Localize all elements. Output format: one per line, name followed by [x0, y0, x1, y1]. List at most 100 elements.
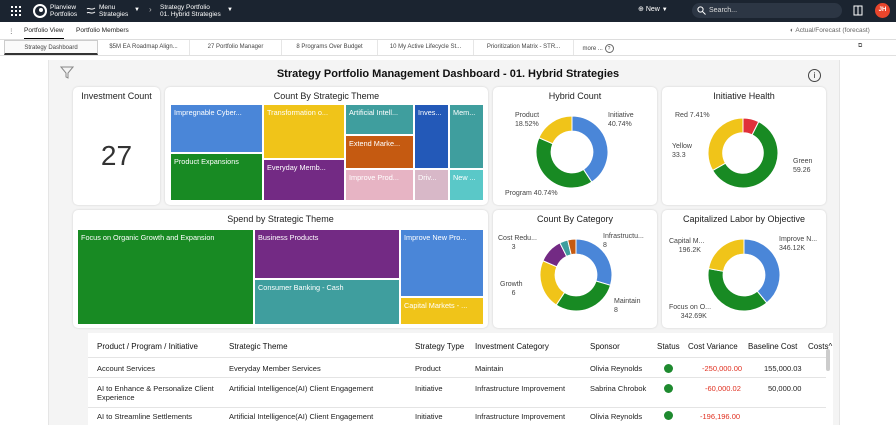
column-header[interactable]: Baseline Cost [748, 342, 797, 351]
treemap-cell[interactable]: Transformation o... [263, 104, 345, 159]
dashboard-tabs: Strategy Dashboard $5M EA Roadmap Align.… [0, 40, 896, 56]
card-title: Count By Strategic Theme [273, 91, 380, 101]
dashboard-title: Strategy Portfolio Management Dashboard … [276, 68, 620, 80]
table-scrollbar[interactable] [826, 349, 830, 371]
apps-grid-icon[interactable] [11, 6, 21, 16]
slice-name: Program [505, 190, 532, 197]
strategies-menu-icon[interactable] [86, 6, 96, 16]
slice-value: 8 [603, 242, 607, 249]
treemap-cell[interactable]: Mem... [449, 104, 484, 169]
column-header[interactable]: Strategic Theme [229, 342, 288, 351]
forecast-toggle[interactable]: ◐ Actual/Forecast (forecast) [790, 27, 870, 34]
subtab-more[interactable]: more ... ? [574, 40, 622, 55]
subtab-ea-roadmap[interactable]: $5M EA Roadmap Align... [98, 40, 190, 55]
menu-line1: Menu [99, 4, 116, 11]
copy-icon[interactable]: ⧉ [858, 43, 862, 50]
hybrid-count-donut [535, 115, 609, 189]
cell-name[interactable]: AI to Enhance & Personalize Client Experi… [97, 384, 214, 402]
breadcrumb-chevron-icon: › [149, 5, 152, 14]
tab-portfolio-members[interactable]: Portfolio Members [76, 27, 129, 34]
status-indicator [664, 411, 673, 420]
status-indicator [664, 364, 673, 373]
subtab-programs-over-budget[interactable]: 8 Programs Over Budget [282, 40, 378, 55]
cell-sponsor: Olivia Reynolds [590, 412, 643, 421]
count-by-category-card: Count By Category Cost Redu... 3 Infrast… [493, 210, 657, 328]
legend-label-focus-organic: Focus on O... 342.69K [669, 303, 711, 321]
investment-count-value: 27 [100, 140, 133, 171]
cell-sponsor: Olivia Reynolds [590, 364, 643, 373]
capitalized-labor-card: Capitalized Labor by Objective Capital M… [662, 210, 826, 328]
treemap-cell[interactable]: Consumer Banking - Cash [254, 279, 400, 325]
donut-slice-1[interactable] [555, 280, 612, 312]
cell-name[interactable]: Account Services [97, 364, 155, 373]
donut-slice-2[interactable] [538, 115, 573, 145]
subtab-lifecycle[interactable]: 10 My Active Lifecycle St... [378, 40, 474, 55]
legend-label-cost-reduction: Cost Redu... 3 [498, 234, 537, 252]
donut-slice-2[interactable] [539, 260, 566, 306]
column-header[interactable]: Cost Variance [688, 342, 738, 351]
treemap-cell[interactable]: Everyday Memb... [263, 159, 345, 201]
subtab-prioritization-matrix[interactable]: Prioritization Matrix - STR... [474, 40, 574, 55]
initiative-health-donut [707, 117, 779, 189]
treemap-cell[interactable]: Improve New Pro... [400, 229, 484, 297]
donut-slice-0[interactable] [743, 238, 781, 304]
slice-name: Growth [500, 281, 523, 288]
column-header[interactable]: Product / Program / Initiative [97, 342, 198, 351]
column-header[interactable]: Investment Category [475, 342, 549, 351]
treemap-cell[interactable]: Product Expansions [170, 153, 263, 201]
treemap-cell[interactable]: Capital Markets - ... [400, 297, 484, 325]
treemap-cell[interactable]: Focus on Organic Growth and Expansion [77, 229, 254, 325]
treemap-cell[interactable]: New ... [449, 169, 484, 201]
slice-name: Green [793, 158, 813, 165]
cell-variance: -60,000.02 [705, 384, 741, 393]
column-header[interactable]: Status [657, 342, 680, 351]
plus-circle-icon: ⊕ [638, 6, 644, 13]
menu-selector[interactable]: Menu Strategies [99, 4, 128, 18]
treemap-cell[interactable]: Improve Prod... [345, 169, 414, 201]
treemap-cell[interactable]: Driv... [414, 169, 449, 201]
brand-name: Planview Portfolios [50, 4, 77, 18]
slice-value: 6 [511, 290, 516, 297]
top-bar: Planview Portfolios Menu Strategies ▼ › … [0, 0, 896, 22]
legend-label-improve-new: Improve N... 346.12K [779, 235, 817, 253]
avatar[interactable]: JH [875, 3, 890, 18]
forecast-icon: ◐ [790, 27, 794, 34]
treemap-cell[interactable]: Business Products [254, 229, 400, 279]
slice-value: 3 [511, 244, 516, 251]
menu-chevron-down-icon[interactable]: ▼ [134, 7, 140, 13]
donut-slice-2[interactable] [707, 238, 745, 272]
name-line1: AI to Enhance & Personalize Client [97, 384, 214, 393]
legend-label-infrastructure: Infrastructu... 8 [603, 232, 644, 250]
subtab-strategy-dashboard[interactable]: Strategy Dashboard [4, 40, 98, 55]
breadcrumb-chevron-down-icon[interactable]: ▼ [227, 7, 233, 13]
column-header[interactable]: Strategy Type [415, 342, 464, 351]
treemap-cell[interactable]: Artificial Intell... [345, 104, 414, 135]
status-indicator [664, 384, 673, 393]
cell-theme: Artificial Intelligence(AI) Client Engag… [229, 412, 374, 421]
treemap-cell[interactable]: Inves... [414, 104, 449, 169]
column-header[interactable]: Sponsor [590, 342, 620, 351]
donut-slice-2[interactable] [707, 117, 744, 172]
cell-category: Maintain [475, 364, 504, 373]
donut-slice-1[interactable] [535, 137, 593, 189]
cell-name[interactable]: AI to Streamline Settlements [97, 412, 192, 421]
tab-portfolio-view[interactable]: Portfolio View [24, 27, 64, 39]
subtab-portfolio-manager[interactable]: 27 Portfolio Manager [190, 40, 282, 55]
search-input[interactable]: Search... [692, 3, 842, 18]
book-icon[interactable] [853, 5, 863, 16]
row-divider [88, 377, 826, 378]
cell-variance: -196,196.00 [700, 412, 741, 421]
new-button[interactable]: ⊕ New ▼ [638, 5, 668, 13]
breadcrumb[interactable]: Strategy Portfolio 01. Hybrid Strategies [160, 4, 221, 18]
slice-name: Yellow [672, 143, 692, 150]
card-title: Spend by Strategic Theme [227, 214, 334, 224]
donut-slice-1[interactable] [707, 268, 768, 312]
info-icon[interactable]: i [808, 69, 821, 82]
legend-label-yellow: Yellow 33.3 [672, 142, 692, 160]
treemap-cell[interactable]: Extend Marke... [345, 135, 414, 169]
slice-name: Product [515, 112, 540, 119]
treemap-cell[interactable]: Impregnable Cyber... [170, 104, 263, 153]
legend-label-red: Red 7.41% [675, 111, 710, 120]
more-vertical-icon[interactable]: ⋮ [8, 27, 15, 35]
search-placeholder: Search... [709, 7, 738, 14]
